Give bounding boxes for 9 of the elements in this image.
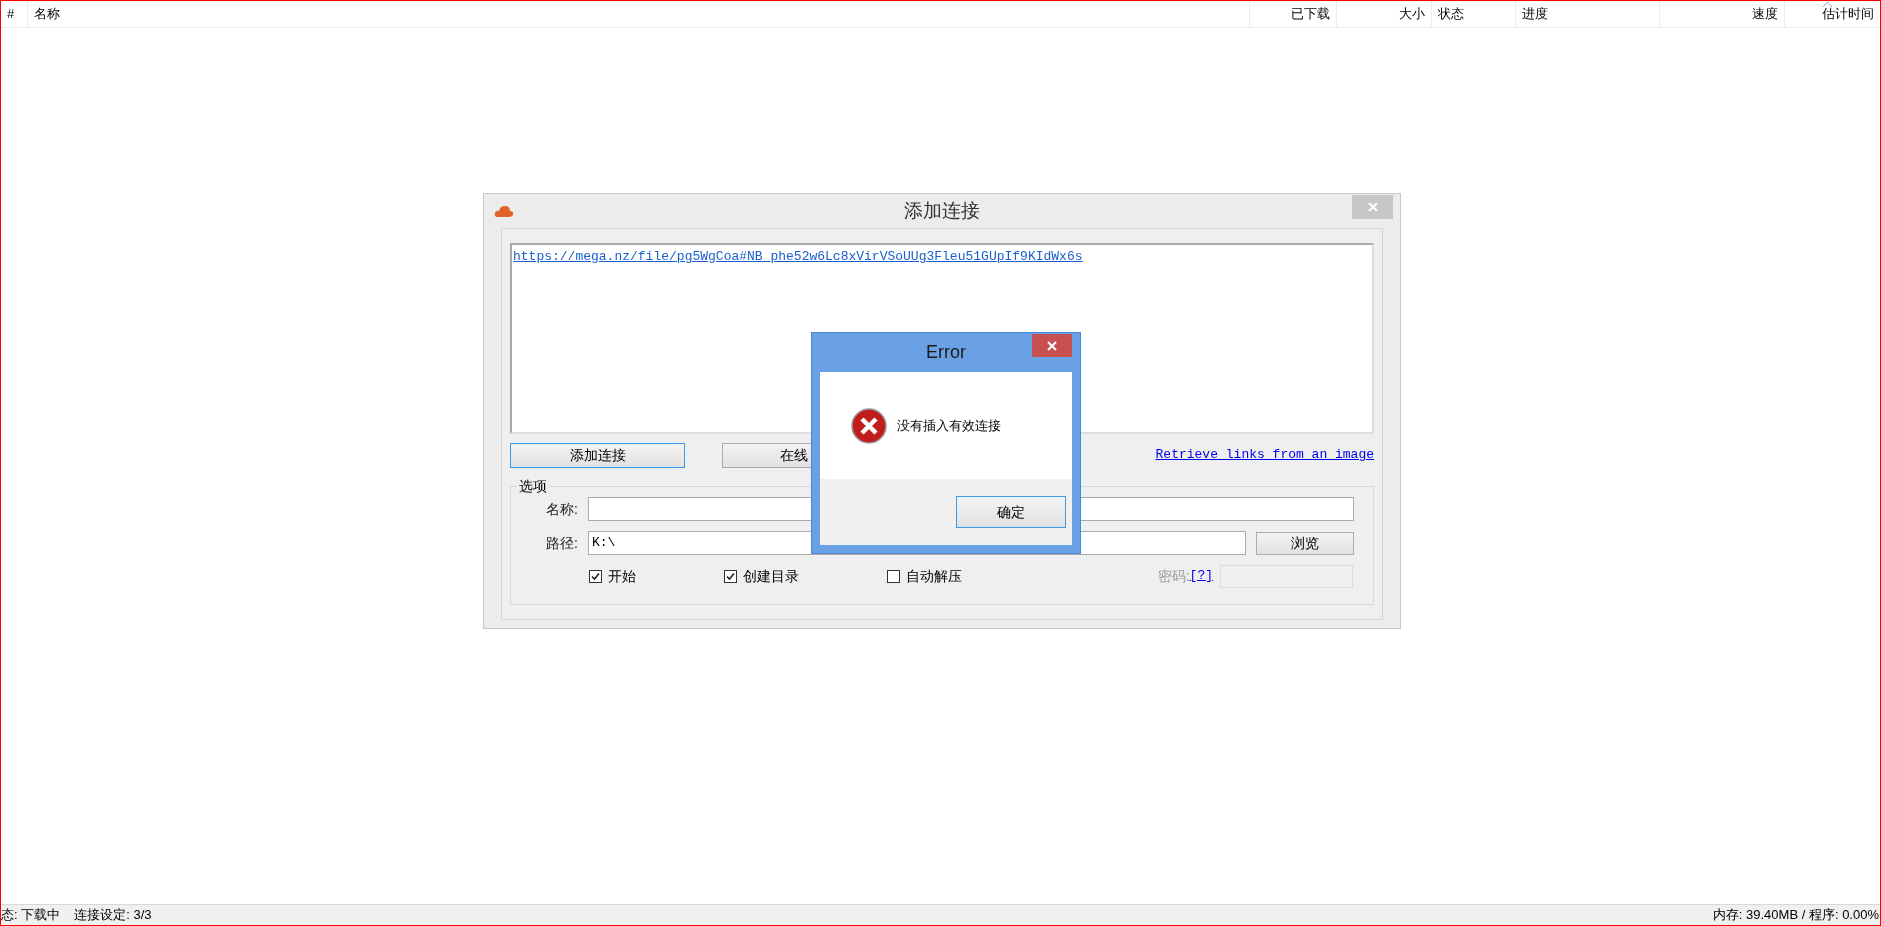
field-label: 路径:: [545, 533, 579, 553]
error-message: 没有插入有效连接: [897, 416, 1001, 435]
field-label: 名称:: [545, 499, 579, 519]
status-text: 态: 下载中: [1, 906, 61, 925]
password-label: 密码:: [1157, 566, 1190, 586]
dialog-title: 添加连接: [904, 198, 980, 223]
status-text: 内存: 39.40MB / 程序: 0.00%: [1712, 906, 1879, 925]
dialog-title: Error: [926, 341, 966, 364]
status-text: 连接设定: 3/3: [74, 906, 152, 925]
